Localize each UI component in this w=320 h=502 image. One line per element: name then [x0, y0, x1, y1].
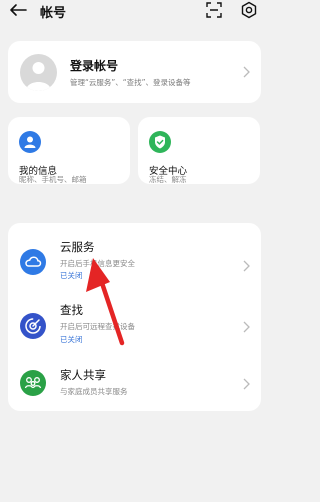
my-info-subtitle: 昵称、手机号、邮箱	[19, 175, 87, 184]
list-item-find[interactable]: 查找 开启后可远程查找设备 已关闭	[8, 293, 261, 353]
find-title: 查找	[60, 303, 83, 317]
avatar-placeholder-icon	[26, 62, 51, 91]
security-center-tile[interactable]: 安全中心 冻结、解冻	[138, 117, 260, 184]
person-icon	[19, 131, 41, 153]
gear-icon[interactable]	[240, 1, 258, 19]
cloud-service-subtitle: 开启后手机信息更安全	[60, 259, 135, 268]
login-account-card[interactable]: 登录帐号 管理“云服务”、“查找”、登录设备等	[8, 41, 261, 103]
top-bar: 帐号	[0, 0, 267, 26]
chevron-right-icon	[243, 321, 250, 333]
find-status: 已关闭	[60, 335, 83, 344]
radar-icon	[20, 313, 46, 339]
my-info-tile[interactable]: 我的信息 昵称、手机号、邮箱	[8, 117, 130, 184]
login-subtitle: 管理“云服务”、“查找”、登录设备等	[70, 78, 191, 87]
list-item-family-sharing[interactable]: 家人共享 与家庭成员共享服务	[8, 357, 261, 417]
scan-icon[interactable]	[206, 2, 222, 18]
chevron-right-icon	[243, 378, 250, 390]
list-item-cloud-service[interactable]: 云服务 开启后手机信息更安全 已关闭	[8, 225, 261, 285]
cloud-service-status: 已关闭	[60, 271, 83, 280]
shield-check-icon	[149, 131, 171, 153]
cloud-icon	[20, 249, 46, 275]
family-sharing-subtitle: 与家庭成员共享服务	[60, 387, 128, 396]
chevron-right-icon	[243, 66, 250, 78]
avatar	[20, 54, 57, 91]
chevron-right-icon	[243, 260, 250, 272]
family-icon	[20, 370, 46, 396]
back-arrow-icon[interactable]	[8, 2, 28, 18]
family-sharing-title: 家人共享	[60, 368, 106, 382]
login-title: 登录帐号	[70, 59, 119, 73]
services-list: 云服务 开启后手机信息更安全 已关闭 查找 开启后可远程查找设备 已关闭 家人共…	[8, 223, 261, 411]
cloud-service-title: 云服务	[60, 240, 95, 254]
security-center-subtitle: 冻结、解冻	[149, 175, 187, 184]
page-title: 帐号	[40, 6, 67, 21]
find-subtitle: 开启后可远程查找设备	[60, 322, 135, 331]
